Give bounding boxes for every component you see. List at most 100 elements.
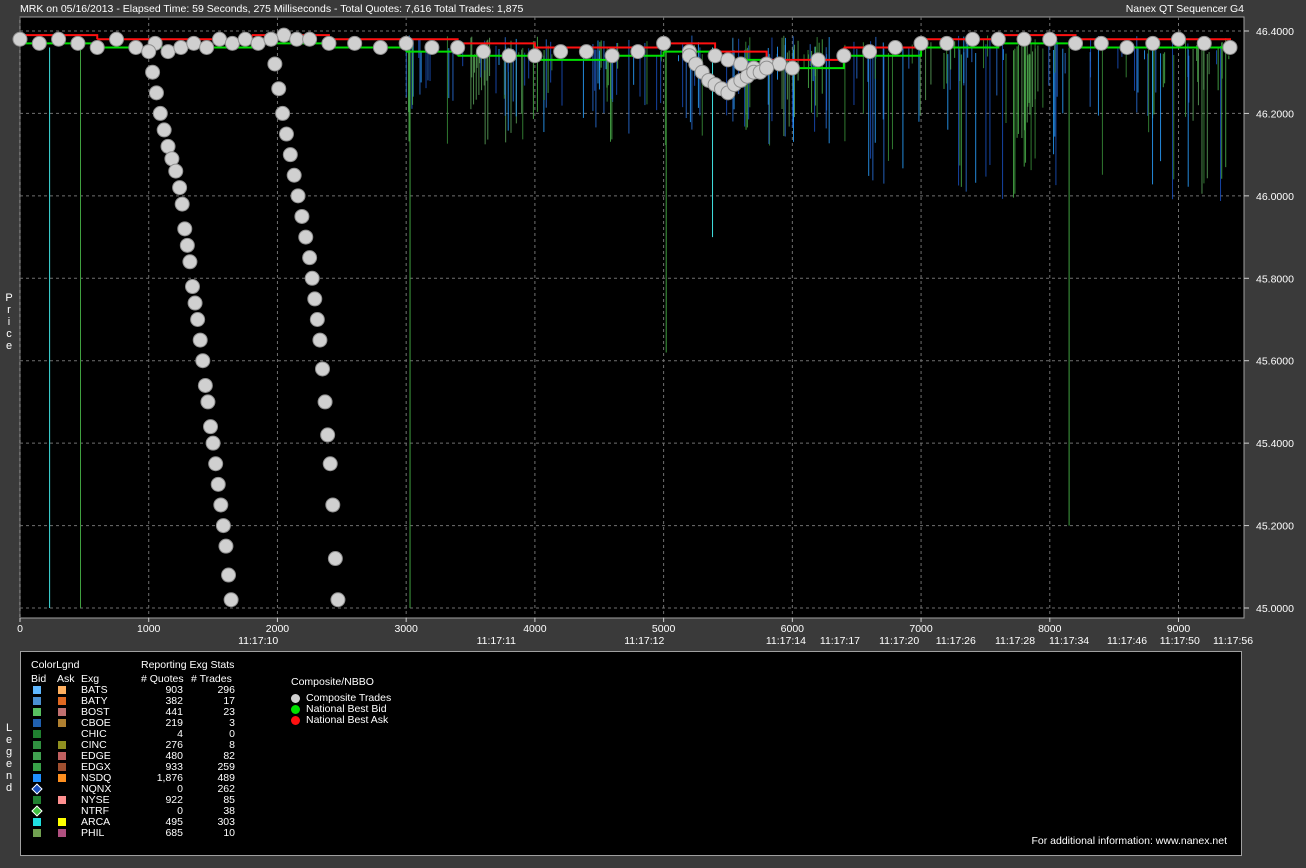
composite-trade-point (630, 44, 646, 60)
ask-color-swatch (58, 752, 66, 760)
y-tick-label: 45.4000 (1256, 438, 1294, 450)
composite-trade-point (1145, 35, 1161, 51)
composite-trade-point (203, 419, 219, 435)
composite-trade-point (195, 353, 211, 369)
composite-trade-point (213, 497, 229, 513)
composite-trade-point (271, 81, 287, 97)
composite-trade-point (12, 31, 28, 47)
composite-trade-point (70, 35, 86, 51)
time-label: 11:17:14 (766, 635, 806, 647)
composite-trade-point (290, 188, 306, 204)
legend-row: BOST 441 23 (21, 707, 261, 718)
composite-trade-point (177, 221, 193, 237)
composite-trade-point (184, 279, 200, 295)
y-tick-label: 45.8000 (1256, 273, 1294, 285)
composite-trade-point (276, 27, 292, 43)
composite-trade-point (424, 39, 440, 55)
legend-panel: ColorLgnd Bid Ask Exg Reporting Exg Stat… (20, 651, 1242, 856)
composite-trade-point (148, 85, 164, 101)
composite-trade-point (289, 31, 305, 47)
composite-trade-point (322, 456, 338, 472)
x-tick-label: 5000 (652, 623, 676, 635)
ask-color-swatch (58, 697, 66, 705)
ask-color-swatch (58, 741, 66, 749)
quote-count: 685 (165, 827, 183, 839)
time-label: 11:17:10 (238, 635, 278, 647)
composite-trade-point (1016, 31, 1032, 47)
composite-trade-point (302, 250, 318, 266)
composite-trade-point (89, 39, 105, 55)
ask-header: Ask (57, 673, 75, 685)
footer-link-text[interactable]: For additional information: www.nanex.ne… (1031, 835, 1227, 847)
bid-color-swatch (31, 805, 43, 817)
composite-trade-point (578, 44, 594, 60)
x-tick-label: 6000 (781, 623, 805, 635)
price-chart[interactable]: 46.4000 46.2000 46.0000 45.8000 45.6000 45.40… (0, 0, 1306, 650)
composite-trade-point (197, 377, 213, 393)
x-tick-label: 7000 (909, 623, 933, 635)
composite-trade-point (221, 567, 237, 583)
composite-trade-point (145, 64, 161, 80)
nbbo-dot-icon (291, 716, 300, 725)
composite-trade-point (31, 35, 47, 51)
composite-trade-point (223, 592, 239, 608)
composite-trade-point (501, 48, 517, 64)
composite-trade-point (1196, 35, 1212, 51)
composite-trade-point (286, 167, 302, 183)
composite-trade-point (212, 31, 228, 47)
x-tick-label: 8000 (1038, 623, 1062, 635)
composite-trade-point (224, 35, 240, 51)
ask-color-swatch (58, 818, 66, 826)
composite-trade-point (263, 31, 279, 47)
y-tick-label: 46.2000 (1256, 108, 1294, 120)
color-legend-title: ColorLgnd (31, 659, 80, 671)
composite-trade-point (347, 35, 363, 51)
ask-color-swatch (58, 763, 66, 771)
composite-trade-point (294, 208, 310, 224)
composite-trade-point (186, 35, 202, 51)
composite-trade-point (475, 44, 491, 60)
bid-color-swatch (33, 829, 41, 837)
composite-trade-point (275, 105, 291, 121)
nbbo-dot-icon (291, 705, 300, 714)
y-tick-label: 46.0000 (1256, 191, 1294, 203)
time-label: 11:17:34 (1049, 635, 1089, 647)
time-label: 11:17:28 (995, 635, 1035, 647)
legend-side-char: d (5, 782, 13, 794)
bid-color-swatch (33, 741, 41, 749)
legend-side-char: g (5, 746, 13, 758)
composite-trade-point (208, 456, 224, 472)
composite-trade-point (604, 48, 620, 64)
nbbo-title: Composite/NBBO (291, 676, 374, 688)
composite-trade-point (282, 147, 298, 163)
ask-color-swatch (58, 708, 66, 716)
composite-trade-point (164, 151, 180, 167)
time-label: 11:17:20 (879, 635, 919, 647)
composite-trade-point (250, 35, 266, 51)
composite-trade-point (372, 39, 388, 55)
composite-trade-point (1068, 35, 1084, 51)
composite-trade-point (182, 254, 198, 270)
composite-trade-point (320, 427, 336, 443)
composite-trade-point (450, 39, 466, 55)
legend-side-char: e (5, 734, 13, 746)
composite-trade-point (156, 122, 172, 138)
composite-trade-point (990, 31, 1006, 47)
stats-title: Reporting Exg Stats (141, 659, 235, 671)
composite-trade-point (1171, 31, 1187, 47)
composite-trade-point (160, 138, 176, 154)
composite-trade-point (913, 35, 929, 51)
ask-color-swatch (58, 730, 66, 738)
x-tick-label: 3000 (394, 623, 418, 635)
composite-trade-point (192, 332, 208, 348)
composite-trade-point (200, 394, 216, 410)
composite-trade-point (187, 295, 203, 311)
legend-side-char: e (5, 758, 13, 770)
composite-trade-point (298, 229, 314, 245)
y-tick-label: 46.4000 (1256, 26, 1294, 38)
composite-trade-point (218, 538, 234, 554)
bid-color-swatch (33, 774, 41, 782)
composite-trade-point (168, 163, 184, 179)
composite-trade-point (1119, 39, 1135, 55)
composite-trade-point (309, 312, 325, 327)
